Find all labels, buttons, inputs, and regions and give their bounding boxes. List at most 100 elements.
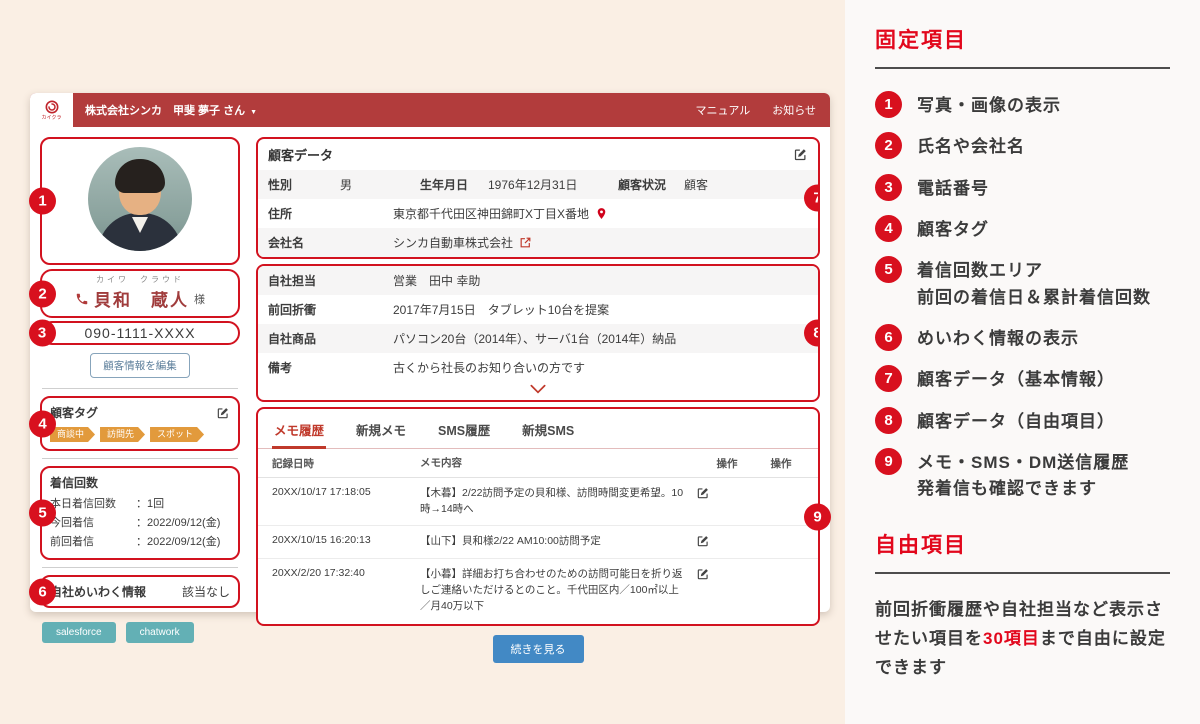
phone-icon	[75, 292, 89, 306]
company-row: 会社名 シンカ自動車株式会社	[258, 228, 818, 257]
meiwaku-value: 該当なし	[182, 583, 230, 600]
annotation-badge-1: 1	[29, 188, 56, 215]
products-row: 自社商品 パソコン20台（2014年）、サーバ1台（2014年）納品	[258, 324, 818, 353]
free-items-highlight: 30項目	[983, 629, 1040, 648]
tab-new-memo[interactable]: 新規メモ	[354, 417, 408, 448]
memo-content: 【木暮】2/22訪問予定の貝和様、訪問時間変更希望。10時→14時へ	[420, 486, 696, 518]
memo-content: 【小暮】詳細お打ち合わせのための訪問可能日を折り返しご連絡いただけるとのこと。千…	[420, 567, 696, 614]
expand-chevron-icon[interactable]	[258, 382, 818, 398]
edit-customer-data-icon[interactable]	[793, 147, 808, 162]
legend-item: 1 写真・画像の表示	[875, 91, 1170, 119]
header-operation: 操作	[696, 456, 758, 472]
legend-badge: 4	[875, 215, 902, 242]
customer-tag: 訪問先	[100, 427, 145, 442]
basic-data-annotation-box: 7 顧客データ 性別 男 生年月日 1976年12月31日 顧客状況 顧客 住所	[256, 137, 820, 259]
memo-datetime: 20XX/2/20 17:32:40	[272, 567, 420, 579]
legend-sidebar: 固定項目 1 写真・画像の表示 2 氏名や会社名 3 電話番号 4 顧客タグ 5…	[845, 0, 1200, 724]
call-row-value: ：2022/09/12(金)	[136, 514, 220, 530]
staff-value: 営業 田中 幸助	[393, 272, 480, 289]
company-label: 会社名	[268, 234, 393, 251]
brand-logo[interactable]: カイクラ	[30, 93, 73, 127]
customer-photo	[88, 147, 192, 251]
basic-info-row: 性別 男 生年月日 1976年12月31日 顧客状況 顧客	[258, 170, 818, 199]
call-previous-row: 前回着信 ：2022/09/12(金)	[50, 533, 230, 549]
divider	[42, 458, 238, 459]
annotation-badge-5: 5	[29, 500, 56, 527]
header-links: マニュアル お知らせ	[696, 102, 816, 118]
sex-value: 男	[340, 176, 420, 193]
external-link-icon[interactable]	[519, 236, 532, 249]
legend-item: 6 めいわく情報の表示	[875, 324, 1170, 352]
customer-furigana: カイワ クラウド	[46, 274, 234, 285]
meiwaku-annotation-box: 6 自社めいわく情報 該当なし	[40, 575, 240, 608]
tab-sms-history[interactable]: SMS履歴	[436, 417, 492, 448]
last-negotiation-value: 2017年7月15日 タブレット10台を提案	[393, 301, 609, 318]
legend-text: 着信回数エリア	[917, 258, 1151, 284]
customer-tag: 商談中	[50, 427, 95, 442]
edit-tags-icon[interactable]	[216, 406, 230, 420]
call-row-label: 前回着信	[50, 533, 136, 549]
legend-text: 写真・画像の表示	[917, 93, 1061, 119]
edit-memo-icon[interactable]	[696, 486, 758, 500]
call-row-label: 今回着信	[50, 514, 136, 530]
legend-text: 電話番号	[917, 176, 989, 202]
notes-value: 古くから社長のお知り合いの方です	[393, 359, 585, 376]
chevron-down-icon: ▼	[250, 109, 257, 116]
status-label: 顧客状況	[618, 176, 684, 193]
call-row-value: ：2022/09/12(金)	[136, 533, 220, 549]
legend-item: 7 顧客データ（基本情報）	[875, 365, 1170, 393]
kaikura-logo-icon	[44, 99, 60, 115]
tab-memo-history[interactable]: メモ履歴	[272, 417, 326, 449]
birthday-label: 生年月日	[420, 176, 478, 193]
last-negotiation-row: 前回折衝 2017年7月15日 タブレット10台を提案	[258, 295, 818, 324]
chatwork-button[interactable]: chatwork	[126, 622, 194, 643]
edit-customer-button[interactable]: 顧客情報を編集	[90, 353, 190, 378]
legend-item: 3 電話番号	[875, 174, 1170, 202]
customer-data-title: 顧客データ	[268, 145, 333, 164]
header-record-datetime: 記録日時	[272, 456, 420, 472]
header-memo-content: メモ内容	[420, 456, 696, 472]
products-label: 自社商品	[268, 330, 393, 347]
legend-text: 顧客データ（自由項目）	[917, 409, 1115, 435]
annotation-badge-9: 9	[804, 503, 831, 530]
address-row: 住所 東京都千代田区神田錦町X丁目X番地	[258, 199, 818, 228]
staff-row: 自社担当 営業 田中 幸助	[258, 266, 818, 295]
sex-label: 性別	[268, 176, 340, 193]
salesforce-button[interactable]: salesforce	[42, 622, 116, 643]
fixed-items-title: 固定項目	[875, 24, 1170, 54]
address-label: 住所	[268, 205, 393, 222]
memo-datetime: 20XX/10/15 16:20:13	[272, 534, 420, 546]
account-menu[interactable]: 株式会社シンカ 甲斐 夢子 さん▼	[85, 102, 257, 118]
news-link[interactable]: お知らせ	[772, 102, 816, 118]
edit-memo-icon[interactable]	[696, 567, 758, 581]
customer-tag: スポット	[150, 427, 204, 442]
tags-title: 顧客タグ	[50, 404, 98, 421]
fixed-items-list: 1 写真・画像の表示 2 氏名や会社名 3 電話番号 4 顧客タグ 5 着信回数…	[875, 91, 1170, 503]
memo-datetime: 20XX/10/17 17:18:05	[272, 486, 420, 498]
legend-text: めいわく情報の表示	[917, 326, 1079, 352]
divider	[42, 567, 238, 568]
header-operation: 操作	[758, 456, 804, 472]
map-pin-icon[interactable]	[595, 207, 608, 220]
notes-row: 備考 古くから社長のお知り合いの方です	[258, 353, 818, 382]
annotation-badge-4: 4	[29, 410, 56, 437]
free-items-description: 前回折衝履歴や自社担当など表示させたい項目を30項目まで自由に設定できます	[875, 596, 1170, 683]
divider	[875, 572, 1170, 574]
brand-logo-text: カイクラ	[42, 116, 62, 121]
memo-annotation-box: 9 メモ履歴 新規メモ SMS履歴 新規SMS 記録日時 メモ内容 操作 操作 …	[256, 407, 820, 626]
profile-column: 1 2 カイワ クラウド 貝和 蔵人 様 3 090-1111-XXXX	[40, 137, 240, 663]
manual-link[interactable]: マニュアル	[696, 102, 751, 118]
memo-row: 20XX/2/20 17:32:40 【小暮】詳細お打ち合わせのための訪問可能日…	[258, 559, 818, 622]
memo-row: 20XX/10/17 17:18:05 【木暮】2/22訪問予定の貝和様、訪問時…	[258, 478, 818, 527]
legend-text: 前回の着信日＆累計着信回数	[917, 285, 1151, 311]
call-row-label: 本日着信回数	[50, 495, 136, 511]
legend-item: 2 氏名や会社名	[875, 132, 1170, 160]
legend-text: 顧客タグ	[917, 217, 989, 243]
tab-new-sms[interactable]: 新規SMS	[520, 417, 576, 448]
see-more-button[interactable]: 続きを見る	[493, 635, 584, 663]
edit-memo-icon[interactable]	[696, 534, 758, 548]
phone-annotation-box: 3 090-1111-XXXX	[40, 321, 240, 345]
customer-phone-number: 090-1111-XXXX	[84, 325, 195, 341]
tag-row: 商談中 訪問先 スポット	[50, 427, 230, 442]
name-annotation-box: 2 カイワ クラウド 貝和 蔵人 様	[40, 269, 240, 318]
